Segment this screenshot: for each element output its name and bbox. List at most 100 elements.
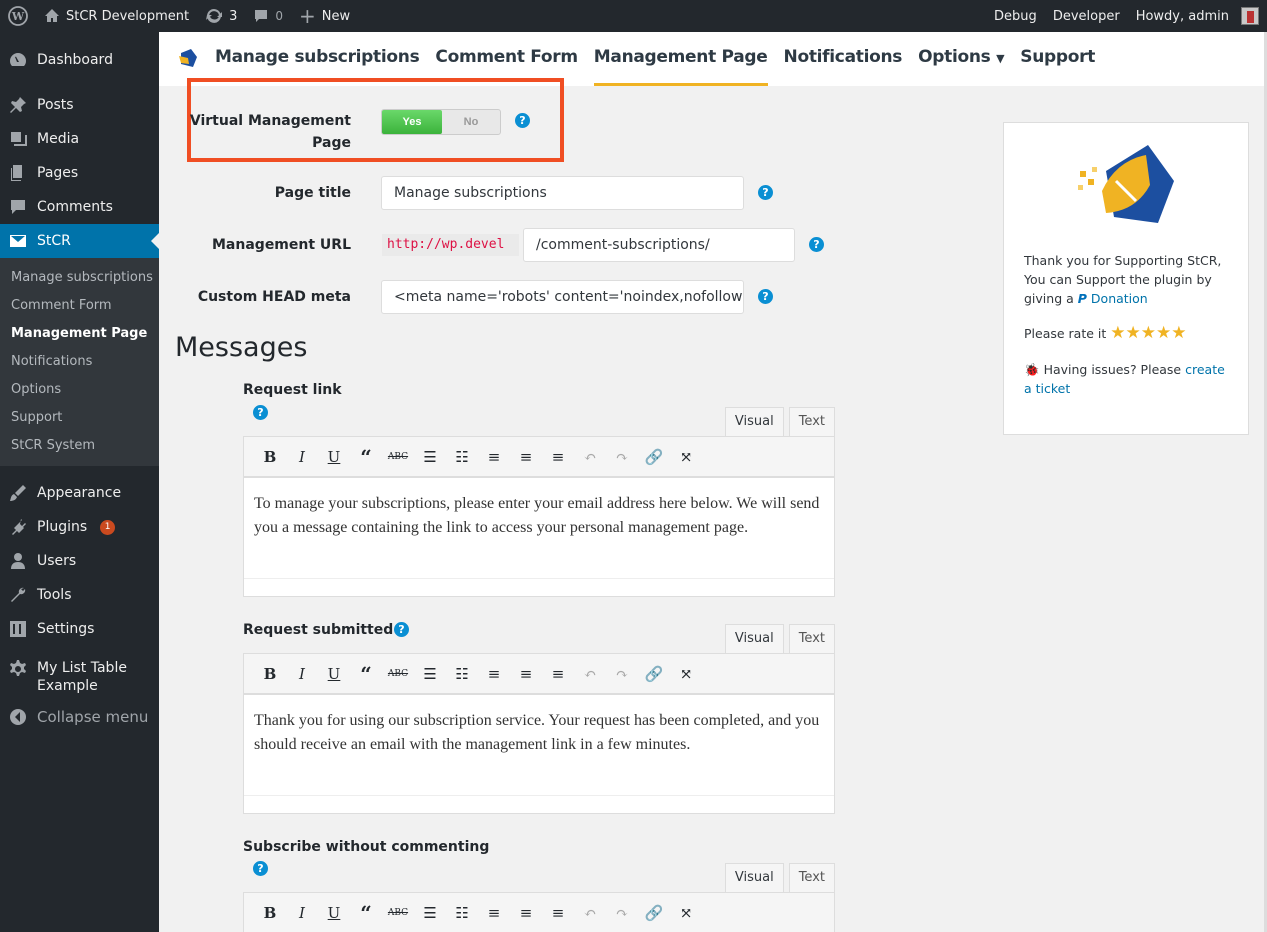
menu-posts[interactable]: Posts — [0, 88, 159, 122]
tab-support[interactable]: Support — [1020, 32, 1095, 86]
tab-text[interactable]: Text — [788, 863, 835, 893]
menu-stcr[interactable]: StCR — [0, 224, 159, 258]
align-center-icon[interactable]: ≡ — [510, 904, 542, 922]
underline-icon[interactable]: U — [318, 904, 350, 922]
menu-tools[interactable]: Tools — [0, 578, 159, 612]
strikethrough-icon[interactable]: ABC — [382, 669, 414, 679]
submenu-management-page[interactable]: Management Page — [0, 320, 159, 348]
stcr-submenu: Manage subscriptions Comment Form Manage… — [0, 258, 159, 466]
tab-options[interactable]: Options ▼ — [918, 32, 1004, 86]
developer-link[interactable]: Developer — [1045, 0, 1128, 32]
bold-icon[interactable]: B — [254, 665, 286, 683]
head-meta-input[interactable]: <meta name='robots' content='noindex,nof… — [381, 280, 744, 314]
virtual-page-toggle[interactable]: Yes No — [381, 109, 501, 135]
updates-link[interactable]: 3 — [197, 0, 245, 32]
new-content-link[interactable]: + New — [291, 0, 358, 32]
submenu-manage-subscriptions[interactable]: Manage subscriptions — [0, 264, 159, 292]
toggle-yes[interactable]: Yes — [382, 110, 442, 134]
underline-icon[interactable]: U — [318, 665, 350, 683]
wp-logo-icon[interactable]: W — [0, 0, 36, 32]
help-icon[interactable]: ? — [515, 113, 530, 128]
bullet-list-icon[interactable]: ☰ — [414, 448, 446, 466]
numbered-list-icon[interactable]: ☷ — [446, 665, 478, 683]
menu-pages[interactable]: Pages — [0, 156, 159, 190]
rating-stars-icon[interactable]: ★★★★★ — [1110, 323, 1186, 343]
numbered-list-icon[interactable]: ☷ — [446, 448, 478, 466]
tab-visual[interactable]: Visual — [724, 624, 784, 654]
align-left-icon[interactable]: ≡ — [478, 665, 510, 683]
virtual-page-label: Virtual Management Page — [189, 113, 351, 151]
italic-icon[interactable]: I — [286, 448, 318, 466]
site-name-link[interactable]: StCR Development — [36, 0, 197, 32]
bold-icon[interactable]: B — [254, 448, 286, 466]
fullscreen-icon[interactable]: ⤧ — [670, 448, 702, 466]
redo-icon[interactable]: ↷ — [606, 904, 638, 922]
tab-text[interactable]: Text — [788, 407, 835, 437]
tab-text[interactable]: Text — [788, 624, 835, 654]
align-right-icon[interactable]: ≡ — [542, 665, 574, 683]
align-right-icon[interactable]: ≡ — [542, 448, 574, 466]
submenu-comment-form[interactable]: Comment Form — [0, 292, 159, 320]
page-title-input[interactable]: Manage subscriptions — [381, 176, 744, 210]
submenu-support[interactable]: Support — [0, 404, 159, 432]
help-icon[interactable]: ? — [809, 237, 824, 252]
link-icon[interactable]: 🔗 — [638, 448, 670, 466]
editor-content[interactable]: To manage your subscriptions, please ent… — [243, 477, 835, 597]
redo-icon[interactable]: ↷ — [606, 665, 638, 683]
quote-icon[interactable]: “ — [350, 445, 382, 469]
menu-settings[interactable]: Settings — [0, 612, 159, 646]
help-icon[interactable]: ? — [758, 289, 773, 304]
link-icon[interactable]: 🔗 — [638, 904, 670, 922]
underline-icon[interactable]: U — [318, 448, 350, 466]
submenu-options[interactable]: Options — [0, 376, 159, 404]
bullet-list-icon[interactable]: ☰ — [414, 665, 446, 683]
tab-visual[interactable]: Visual — [724, 407, 784, 437]
italic-icon[interactable]: I — [286, 904, 318, 922]
fullscreen-icon[interactable]: ⤧ — [670, 904, 702, 922]
strikethrough-icon[interactable]: ABC — [382, 908, 414, 918]
menu-comments[interactable]: Comments — [0, 190, 159, 224]
collapse-menu-button[interactable]: Collapse menu — [0, 700, 159, 734]
editor-toolbar: B I U “ABC ☰ ☷ ≡ ≡ ≡ ↶ ↷ 🔗 ⤧ — [243, 892, 835, 932]
submenu-stcr-system[interactable]: StCR System — [0, 432, 159, 460]
align-left-icon[interactable]: ≡ — [478, 904, 510, 922]
toggle-no[interactable]: No — [442, 110, 500, 134]
undo-icon[interactable]: ↶ — [574, 904, 606, 922]
help-icon[interactable]: ? — [758, 185, 773, 200]
editor-content[interactable]: Thank you for using our subscription ser… — [243, 694, 835, 814]
quote-icon[interactable]: “ — [350, 662, 382, 686]
resize-handle[interactable] — [244, 578, 834, 596]
tab-management-page[interactable]: Management Page — [593, 32, 768, 86]
menu-users[interactable]: Users — [0, 544, 159, 578]
management-url-input[interactable]: /comment-subscriptions/ — [523, 228, 795, 262]
submenu-notifications[interactable]: Notifications — [0, 348, 159, 376]
align-right-icon[interactable]: ≡ — [542, 904, 574, 922]
fullscreen-icon[interactable]: ⤧ — [670, 665, 702, 683]
debug-link[interactable]: Debug — [986, 0, 1045, 32]
menu-my-list-table[interactable]: My List Table Example — [0, 656, 159, 700]
resize-handle[interactable] — [244, 795, 834, 813]
undo-icon[interactable]: ↶ — [574, 448, 606, 466]
strikethrough-icon[interactable]: ABC — [382, 452, 414, 462]
tab-visual[interactable]: Visual — [724, 863, 784, 893]
italic-icon[interactable]: I — [286, 665, 318, 683]
numbered-list-icon[interactable]: ☷ — [446, 904, 478, 922]
undo-icon[interactable]: ↶ — [574, 665, 606, 683]
redo-icon[interactable]: ↷ — [606, 448, 638, 466]
donation-link[interactable]: Donation — [1091, 291, 1148, 306]
bold-icon[interactable]: B — [254, 904, 286, 922]
align-left-icon[interactable]: ≡ — [478, 448, 510, 466]
bullet-list-icon[interactable]: ☰ — [414, 904, 446, 922]
menu-dashboard[interactable]: Dashboard — [0, 43, 159, 77]
menu-plugins[interactable]: Plugins 1 — [0, 510, 159, 544]
account-menu[interactable]: Howdy, admin — [1128, 0, 1267, 32]
tab-notifications[interactable]: Notifications — [784, 32, 903, 86]
quote-icon[interactable]: “ — [350, 901, 382, 925]
menu-media[interactable]: Media — [0, 122, 159, 156]
rate-label: Please rate it — [1024, 326, 1107, 341]
align-center-icon[interactable]: ≡ — [510, 665, 542, 683]
align-center-icon[interactable]: ≡ — [510, 448, 542, 466]
comments-link[interactable]: 0 — [245, 0, 291, 32]
menu-appearance[interactable]: Appearance — [0, 476, 159, 510]
link-icon[interactable]: 🔗 — [638, 665, 670, 683]
